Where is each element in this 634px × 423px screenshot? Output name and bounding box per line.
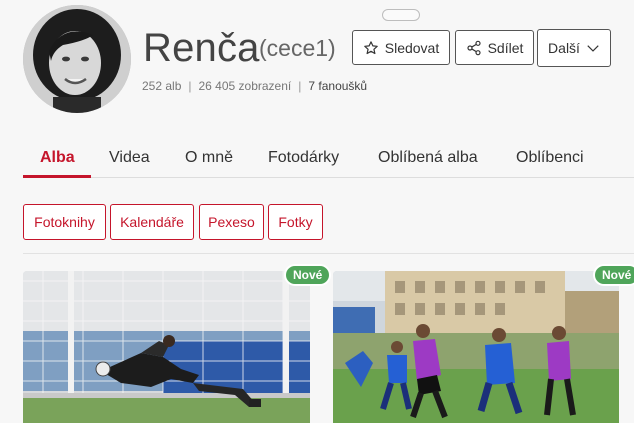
new-badge: Nové	[593, 264, 634, 286]
avatar[interactable]	[23, 5, 131, 113]
chevron-down-icon	[586, 41, 600, 55]
chip-kalendare[interactable]: Kalendáře	[110, 204, 194, 240]
star-icon	[363, 40, 379, 56]
section-divider	[23, 253, 634, 254]
profile-tabs: Alba Videa O mně Fotodárky Oblíbená alba…	[23, 138, 634, 178]
football-match-photo	[333, 271, 619, 423]
profile-name: Renča	[143, 26, 260, 70]
follow-button[interactable]: Sledovat	[352, 30, 450, 65]
fans-link[interactable]: 7 fanoušků	[308, 79, 367, 93]
chip-pexeso[interactable]: Pexeso	[199, 204, 264, 240]
stats-separator: |	[298, 79, 302, 93]
tab-oblibena-alba[interactable]: Oblíbená alba	[378, 149, 478, 167]
tab-o-mne[interactable]: O mně	[185, 149, 233, 167]
share-button[interactable]: Sdílet	[455, 30, 534, 65]
tab-alba[interactable]: Alba	[40, 149, 75, 167]
share-label: Sdílet	[487, 39, 524, 56]
views-count: 26 405 zobrazení	[198, 79, 292, 93]
follow-label: Sledovat	[384, 39, 440, 56]
tab-fotodarky[interactable]: Fotodárky	[268, 149, 339, 167]
more-button[interactable]: Další	[537, 29, 611, 67]
album-card[interactable]	[23, 271, 310, 423]
stats-separator: |	[188, 79, 192, 93]
active-tab-indicator	[23, 175, 91, 178]
albums-count: 252 alb	[142, 79, 182, 93]
share-icon	[466, 40, 482, 56]
more-label: Další	[548, 40, 580, 56]
tab-oblibenci[interactable]: Oblíbenci	[516, 149, 584, 167]
album-card[interactable]	[333, 271, 619, 423]
tab-videa[interactable]: Videa	[109, 149, 150, 167]
chip-fotky[interactable]: Fotky	[268, 204, 323, 240]
profile-username: (cece1)	[259, 35, 336, 61]
goalkeeper-photo	[23, 271, 310, 423]
scroll-handle[interactable]	[382, 9, 420, 21]
profile-stats: 252 alb | 26 405 zobrazení | 7 fanoušků	[142, 79, 367, 93]
new-badge: Nové	[284, 264, 332, 286]
chip-fotoknihy[interactable]: Fotoknihy	[23, 204, 106, 240]
